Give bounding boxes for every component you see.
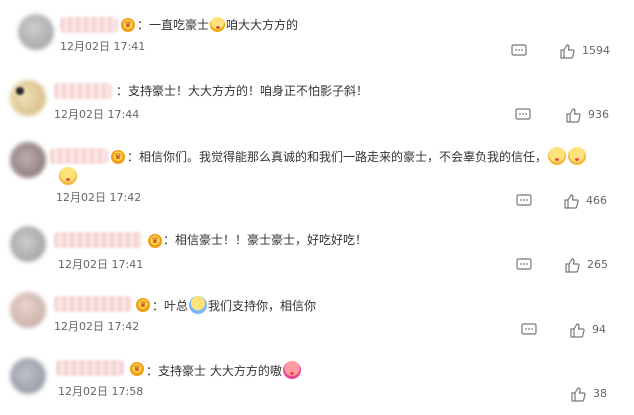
member-badge-icon: ♛ <box>121 18 135 32</box>
reply-icon[interactable] <box>516 258 532 272</box>
like-count: 265 <box>587 258 608 271</box>
username[interactable] <box>50 148 108 164</box>
timestamp: 12月02日 17:42 <box>56 191 142 204</box>
avatar[interactable] <box>10 226 46 262</box>
comment-text: ：支持豪士！大大方方的！咱身正不怕影子斜！ <box>116 84 369 98</box>
like-button[interactable]: 466 <box>563 193 623 209</box>
like-count: 936 <box>588 108 609 121</box>
reply-icon[interactable] <box>515 108 531 122</box>
like-count: 38 <box>593 387 607 400</box>
comment-text: ：相信你们。我觉得能那么真诚的和我们一路走来的豪士，不会辜负我的信任， <box>127 147 587 166</box>
reply-icon[interactable] <box>516 194 532 208</box>
comment-text: ：叶总 我们支持你，相信你 <box>152 296 316 315</box>
username[interactable] <box>60 17 118 33</box>
thumbs-up-icon <box>566 108 581 123</box>
crying-face-emoji-icon <box>210 17 226 32</box>
like-button[interactable]: 94 <box>569 322 624 338</box>
kiss-face-emoji-icon <box>59 167 77 185</box>
like-count: 1594 <box>582 44 610 57</box>
username[interactable] <box>54 83 112 99</box>
avatar-dot <box>16 87 24 95</box>
like-count: 94 <box>592 323 606 336</box>
thumbs-up-icon <box>570 323 585 338</box>
member-badge-icon: ♛ <box>111 150 125 164</box>
heart-kiss-emoji-icon <box>282 361 301 379</box>
avatar[interactable] <box>10 80 46 116</box>
thumbs-up-icon <box>564 194 579 209</box>
avatar[interactable] <box>18 14 54 50</box>
tears-face-emoji-icon <box>189 296 208 314</box>
timestamp: 12月02日 17:42 <box>54 320 140 333</box>
username[interactable] <box>54 232 142 248</box>
comment-text-wrap <box>58 167 78 186</box>
member-badge-icon: ♛ <box>148 234 162 248</box>
reply-icon[interactable] <box>521 323 537 337</box>
comment-text: ：支持豪士 大大方方的嗷 <box>146 361 302 380</box>
timestamp: 12月02日 17:44 <box>54 108 140 121</box>
avatar[interactable] <box>10 292 46 328</box>
username[interactable] <box>56 360 124 376</box>
member-badge-icon: ♛ <box>130 362 144 376</box>
timestamp: 12月02日 17:41 <box>60 40 146 53</box>
thumbs-up-icon <box>565 258 580 273</box>
thumbs-up-icon <box>571 387 586 402</box>
timestamp: 12月02日 17:41 <box>58 258 144 271</box>
kiss-face-emoji-icon <box>568 147 587 165</box>
comment-text: ：一直吃豪士 咱大大方方的 <box>137 17 299 32</box>
comment-text: ：相信豪士！！豪士豪士，好吃好吃！ <box>163 233 368 247</box>
avatar[interactable] <box>10 142 46 178</box>
avatar[interactable] <box>10 358 46 394</box>
member-badge-icon: ♛ <box>136 298 150 312</box>
thumbs-up-icon <box>560 44 575 59</box>
like-button[interactable]: 936 <box>565 107 625 123</box>
like-button[interactable]: 1594 <box>559 43 619 59</box>
like-button[interactable]: 38 <box>570 386 625 402</box>
like-count: 466 <box>586 194 607 207</box>
reply-icon[interactable] <box>511 44 527 58</box>
like-button[interactable]: 265 <box>564 257 624 273</box>
username[interactable] <box>54 296 132 312</box>
kiss-face-emoji-icon <box>548 147 567 165</box>
timestamp: 12月02日 17:58 <box>58 385 144 398</box>
